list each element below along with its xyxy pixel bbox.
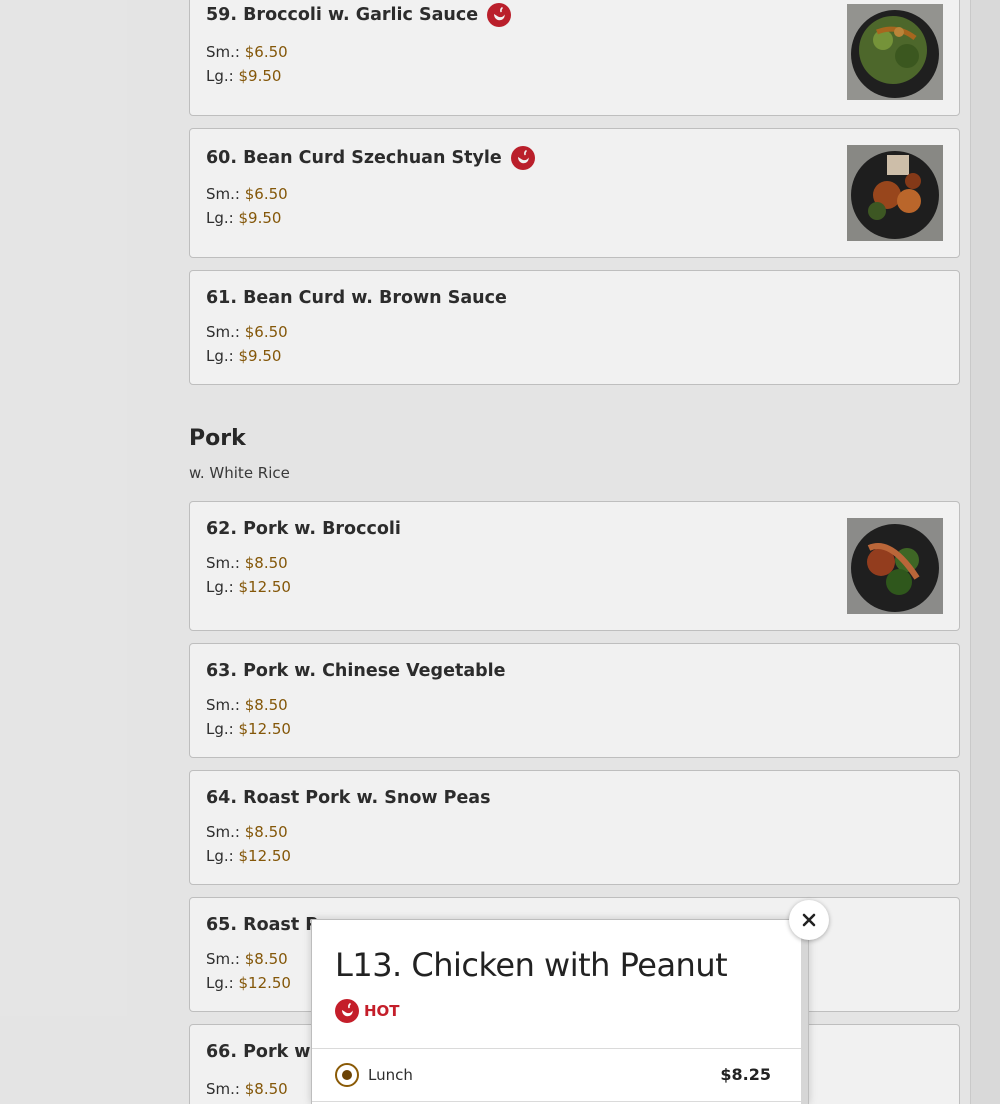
close-icon (802, 913, 816, 927)
close-button[interactable] (789, 900, 829, 940)
hot-label: HOT (364, 1002, 400, 1020)
radio-selected-dot (342, 1070, 352, 1080)
hot-pepper-icon (335, 999, 359, 1023)
size-option-lunch[interactable]: Lunch $8.25 (312, 1049, 803, 1101)
modal-scrollbar[interactable] (801, 920, 808, 1104)
divider (312, 1101, 803, 1102)
option-price: $8.25 (720, 1065, 771, 1084)
hot-badge: HOT (335, 999, 400, 1023)
item-detail-modal: L13. Chicken with Peanut HOT Lunch $8.25 (311, 919, 809, 1104)
option-label: Lunch (368, 1066, 413, 1084)
radio-button[interactable] (335, 1063, 359, 1087)
modal-title: L13. Chicken with Peanut (335, 946, 728, 984)
